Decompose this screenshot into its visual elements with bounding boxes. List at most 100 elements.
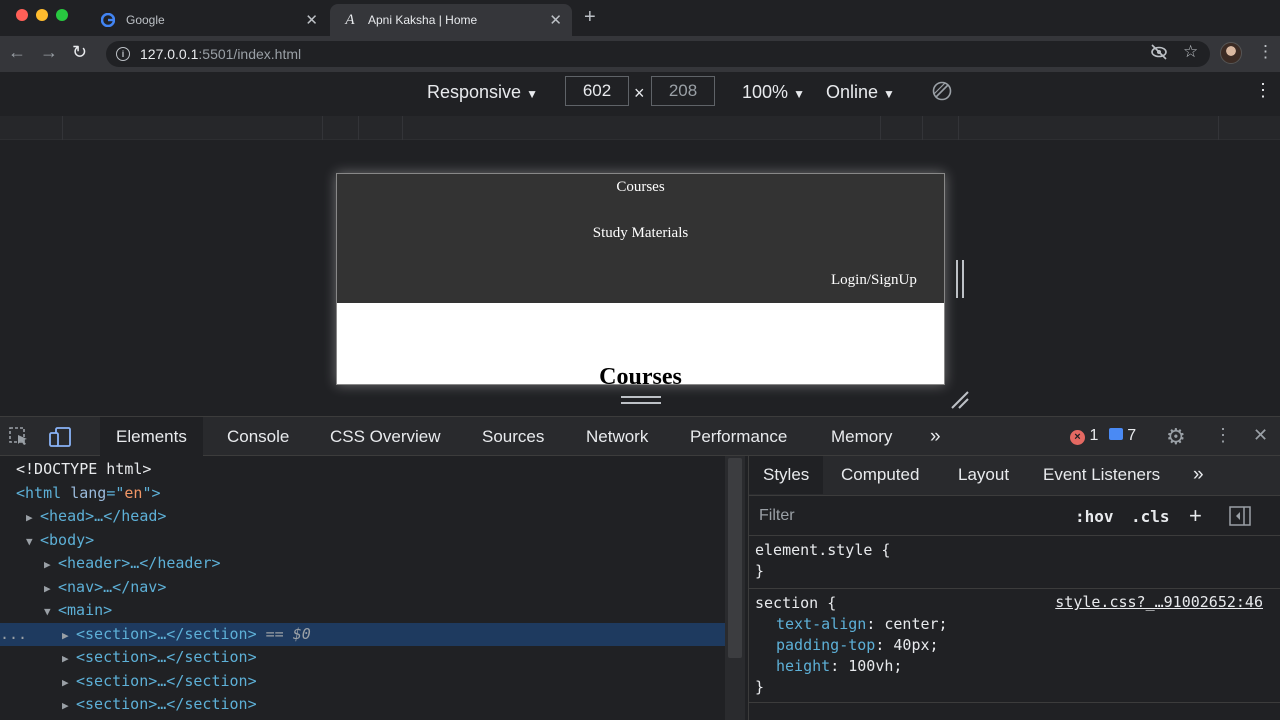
viewport-height-input[interactable]: 208 bbox=[651, 76, 715, 106]
bookmark-star-icon[interactable]: ☆ bbox=[1183, 42, 1198, 62]
expanded-triangle-icon[interactable]: ▼ bbox=[44, 600, 58, 623]
rule-source-link[interactable]: style.css?_…91002652:46 bbox=[1055, 593, 1263, 611]
close-tab-icon[interactable]: ✕ bbox=[549, 11, 562, 29]
dom-node-line[interactable]: ▶ <head>…</head> bbox=[0, 505, 725, 528]
rotate-icon[interactable] bbox=[932, 81, 952, 106]
tab-event-listeners[interactable]: Event Listeners bbox=[1029, 456, 1174, 494]
dom-node-line[interactable]: ... ▶ <section>…</section> == $0 bbox=[0, 622, 725, 647]
css-declaration[interactable]: text-align: center; bbox=[749, 614, 1280, 635]
tab-computed[interactable]: Computed bbox=[827, 456, 933, 494]
dom-scrollbar[interactable] bbox=[725, 456, 745, 720]
class-toggle-button[interactable]: .cls bbox=[1131, 507, 1170, 526]
google-icon bbox=[100, 12, 116, 28]
tab-performance[interactable]: Performance bbox=[674, 417, 803, 456]
message-count: 7 bbox=[1127, 427, 1137, 444]
more-sidebar-tabs-button[interactable]: » bbox=[1179, 456, 1218, 494]
node-actions-ellipsis[interactable]: ... bbox=[0, 623, 27, 646]
settings-gear-icon[interactable]: ⚙ bbox=[1166, 424, 1186, 450]
dropdown-arrow-icon: ▼ bbox=[526, 87, 538, 101]
emulated-page[interactable]: Courses Study Materials Login/SignUp Cou… bbox=[336, 173, 945, 385]
minimize-window-button[interactable] bbox=[36, 9, 48, 21]
dom-node-line[interactable]: ▶ <header>…</header> bbox=[0, 552, 725, 575]
toggle-sidebar-icon[interactable] bbox=[1229, 506, 1251, 531]
collapsed-triangle-icon[interactable]: ▶ bbox=[62, 624, 76, 647]
dom-node-line[interactable]: ▶ <nav>…</nav> bbox=[0, 576, 725, 599]
back-arrow-icon[interactable]: ← bbox=[8, 42, 26, 63]
expanded-triangle-icon[interactable]: ▼ bbox=[26, 530, 40, 553]
forward-arrow-icon[interactable]: → bbox=[40, 42, 58, 63]
dom-node-line[interactable]: ▶ <section>…</section> bbox=[0, 670, 725, 693]
resize-corner-icon[interactable] bbox=[950, 390, 970, 415]
more-tabs-button[interactable]: » bbox=[914, 417, 957, 456]
throttling-select[interactable]: Online ▼ bbox=[826, 82, 895, 103]
tab-sources[interactable]: Sources bbox=[466, 417, 560, 456]
collapsed-triangle-icon[interactable]: ▶ bbox=[44, 577, 58, 600]
devtools-more-icon[interactable]: ⋮ bbox=[1214, 425, 1232, 446]
dom-node-text: <header>…</header> bbox=[58, 554, 221, 572]
tab-memory[interactable]: Memory bbox=[815, 417, 908, 456]
maximize-window-button[interactable] bbox=[56, 9, 68, 21]
profile-avatar[interactable] bbox=[1220, 42, 1242, 64]
new-tab-button[interactable]: + bbox=[584, 6, 596, 29]
tab-console[interactable]: Console bbox=[211, 417, 305, 456]
url-host: 127.0.0.1 bbox=[140, 46, 199, 62]
css-colon: : bbox=[866, 615, 885, 633]
styles-filter-input[interactable]: Filter bbox=[759, 507, 795, 525]
site-info-icon[interactable]: i bbox=[116, 47, 130, 61]
css-value[interactable]: center; bbox=[884, 615, 947, 633]
css-property[interactable]: padding-top bbox=[776, 636, 875, 654]
css-declaration[interactable]: height: 100vh; bbox=[749, 656, 1280, 677]
section-style-rule[interactable]: section { style.css?_…91002652:46 text-a… bbox=[749, 593, 1280, 698]
dropdown-arrow-icon: ▼ bbox=[793, 87, 805, 101]
dom-node-line[interactable]: ▶ <section>…</section> bbox=[0, 646, 725, 669]
dom-node-line[interactable]: ▼ <body> bbox=[0, 529, 725, 552]
tab-network[interactable]: Network bbox=[570, 417, 664, 456]
browser-tab-apni-kaksha[interactable]: A Apni Kaksha | Home ✕ bbox=[330, 4, 572, 36]
browser-tab-google[interactable]: Google ✕ bbox=[88, 4, 328, 36]
resize-handle-right[interactable] bbox=[956, 260, 964, 298]
dom-node-line[interactable]: ▼ <main> bbox=[0, 599, 725, 622]
tab-styles[interactable]: Styles bbox=[749, 456, 824, 494]
collapsed-triangle-icon[interactable]: ▶ bbox=[26, 506, 40, 529]
css-value[interactable]: 100vh; bbox=[848, 657, 902, 675]
tab-layout[interactable]: Layout bbox=[944, 456, 1023, 494]
issues-counter[interactable]: × 1 7 bbox=[1070, 427, 1136, 445]
dom-node-text: <!DOCTYPE html> bbox=[16, 460, 152, 478]
address-bar[interactable]: i 127.0.0.1:5501/index.html bbox=[106, 41, 1210, 67]
dom-node-line[interactable]: <html lang="en"> bbox=[0, 482, 725, 505]
tab-elements[interactable]: Elements bbox=[100, 417, 203, 456]
device-toolbar-more-icon[interactable]: ⋮ bbox=[1254, 80, 1272, 101]
device-select[interactable]: Responsive ▼ bbox=[427, 82, 538, 103]
nav-link-login-signup[interactable]: Login/SignUp bbox=[831, 272, 917, 289]
css-property[interactable]: text-align bbox=[776, 615, 866, 633]
css-value[interactable]: 40px; bbox=[893, 636, 938, 654]
more-menu-icon[interactable]: ⋮ bbox=[1257, 42, 1274, 62]
css-declaration[interactable]: padding-top: 40px; bbox=[749, 635, 1280, 656]
nav-link-study-materials[interactable]: Study Materials bbox=[337, 225, 944, 242]
device-toggle-icon[interactable] bbox=[48, 426, 72, 453]
close-tab-icon[interactable]: ✕ bbox=[305, 11, 318, 29]
close-window-button[interactable] bbox=[16, 9, 28, 21]
dom-node-text: <nav>…</nav> bbox=[58, 577, 167, 596]
error-count: 1 bbox=[1089, 427, 1099, 444]
collapsed-triangle-icon[interactable]: ▶ bbox=[62, 694, 76, 717]
collapsed-triangle-icon[interactable]: ▶ bbox=[44, 553, 58, 576]
zoom-select[interactable]: 100% ▼ bbox=[742, 82, 805, 103]
css-property[interactable]: height bbox=[776, 657, 830, 675]
viewport-width-input[interactable]: 602 bbox=[565, 76, 629, 106]
tab-css-overview[interactable]: CSS Overview bbox=[314, 417, 457, 456]
dom-node-line[interactable]: <!DOCTYPE html> bbox=[0, 458, 725, 481]
reload-icon[interactable]: ↻ bbox=[72, 42, 87, 63]
element-style-rule[interactable]: element.style { } bbox=[749, 540, 1280, 582]
dom-node-line[interactable]: ▶ <section>…</section> bbox=[0, 693, 725, 716]
new-style-rule-button[interactable]: + bbox=[1189, 503, 1202, 529]
collapsed-triangle-icon[interactable]: ▶ bbox=[62, 647, 76, 670]
hover-state-button[interactable]: :hov bbox=[1075, 507, 1114, 526]
eye-slash-icon[interactable] bbox=[1150, 44, 1168, 65]
close-devtools-icon[interactable]: ✕ bbox=[1253, 425, 1268, 446]
inspect-element-icon[interactable] bbox=[8, 426, 30, 451]
scrollbar-thumb[interactable] bbox=[728, 458, 742, 658]
resize-handle-bottom[interactable] bbox=[621, 396, 661, 404]
collapsed-triangle-icon[interactable]: ▶ bbox=[62, 671, 76, 694]
nav-link-courses[interactable]: Courses bbox=[337, 179, 944, 196]
